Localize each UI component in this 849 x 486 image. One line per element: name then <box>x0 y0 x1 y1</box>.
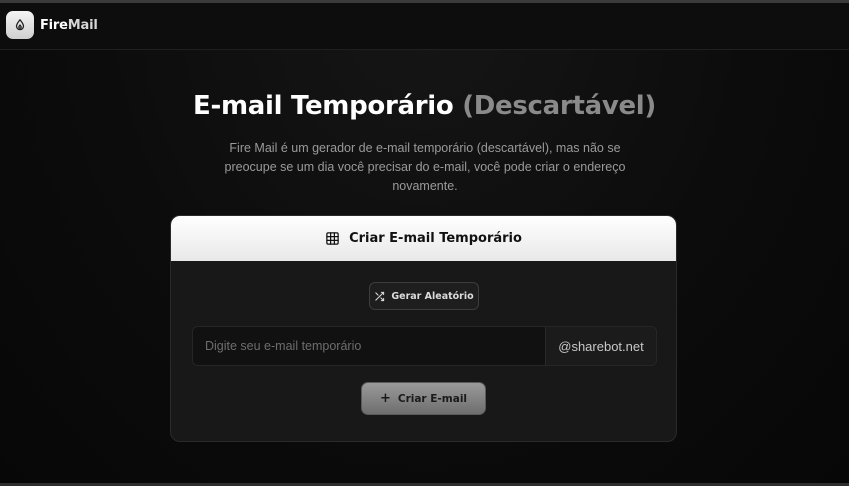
page-description: Fire Mail é um gerador de e-mail temporá… <box>224 141 626 193</box>
shuffle-icon <box>375 291 385 301</box>
generate-random-button[interactable]: Gerar Aleatório <box>369 282 479 310</box>
flame-drop-icon <box>15 19 25 31</box>
page: FireMail E-mail Temporário (Descartável)… <box>0 0 849 486</box>
email-input[interactable] <box>193 327 545 365</box>
brand-primary: Fire <box>40 18 68 33</box>
card-title: Criar E-mail Temporário <box>349 231 522 246</box>
generate-random-label: Gerar Aleatório <box>391 290 474 302</box>
title-main: E-mail Temporário <box>193 91 454 121</box>
plus-icon: + <box>379 391 391 406</box>
top-header: FireMail <box>0 3 849 50</box>
create-email-button[interactable]: + Criar E-mail <box>361 382 486 415</box>
brand-name[interactable]: FireMail <box>40 18 98 33</box>
logo[interactable] <box>6 11 34 39</box>
brand-secondary: Mail <box>67 18 98 33</box>
create-email-label: Criar E-mail <box>397 392 468 405</box>
domain-suffix: @sharebot.net <box>545 327 656 365</box>
page-title: E-mail Temporário (Descartável) <box>0 91 849 121</box>
card-header: Criar E-mail Temporário <box>171 216 676 261</box>
email-input-group: @sharebot.net <box>192 326 657 366</box>
table-grid-icon <box>326 232 339 245</box>
create-email-card: Criar E-mail Temporário Gerar Aleatório … <box>170 215 677 442</box>
title-accent: (Descartável) <box>462 91 656 121</box>
